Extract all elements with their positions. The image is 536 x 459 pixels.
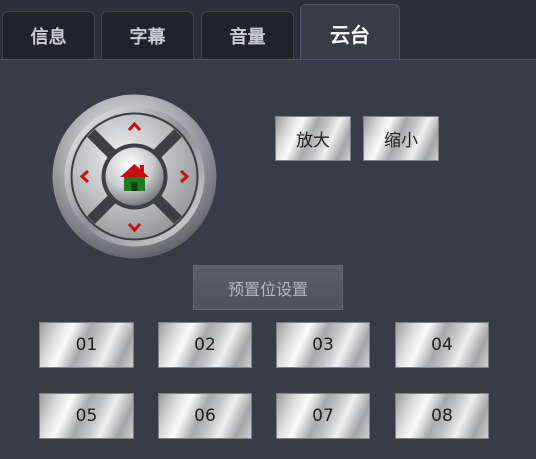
preset-settings-button[interactable]: 预置位设置 — [193, 265, 343, 310]
zoom-out-button[interactable]: 缩小 — [363, 116, 439, 161]
tab-info[interactable]: 信息 — [2, 11, 95, 60]
preset-button-01[interactable]: 01 — [39, 322, 134, 368]
tab-ptz[interactable]: 云台 — [300, 4, 400, 61]
preset-button-05[interactable]: 05 — [39, 393, 134, 439]
zoom-in-button[interactable]: 放大 — [275, 116, 351, 161]
tab-volume[interactable]: 音量 — [201, 11, 294, 60]
tab-divider — [0, 59, 536, 60]
preset-button-04[interactable]: 04 — [395, 322, 489, 368]
tab-subtitle[interactable]: 字幕 — [101, 11, 194, 60]
preset-button-07[interactable]: 07 — [276, 393, 370, 439]
preset-button-02[interactable]: 02 — [158, 322, 252, 368]
ptz-direction-pad — [52, 94, 217, 259]
preset-button-06[interactable]: 06 — [158, 393, 252, 439]
preset-button-08[interactable]: 08 — [395, 393, 489, 439]
preset-button-03[interactable]: 03 — [276, 322, 370, 368]
